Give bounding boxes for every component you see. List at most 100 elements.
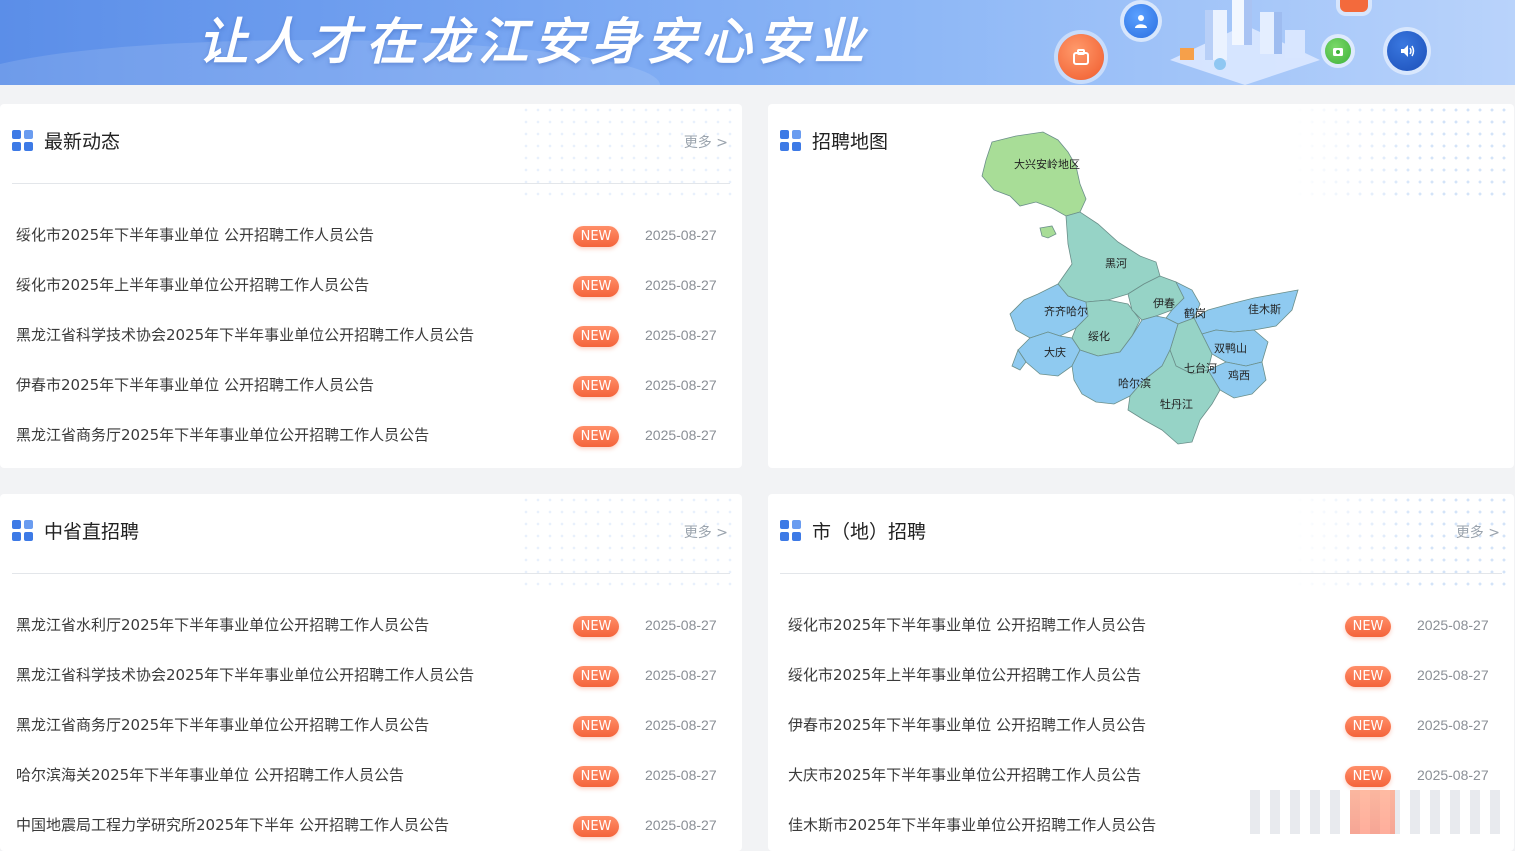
map-label: 伊春 — [1153, 297, 1175, 310]
map-label: 绥化 — [1088, 329, 1110, 343]
panel-header: 中省直招聘 — [12, 516, 139, 544]
list-item[interactable]: 黑龙江省科学技术协会2025年下半年事业单位公开招聘工作人员公告 NEW 2025-… — [0, 308, 742, 358]
panel-title: 中省直招聘 — [44, 520, 140, 543]
item-title[interactable]: 绥化市2025年下半年事业单位 公开招聘工作人员公告 — [16, 224, 374, 245]
map-label: 哈尔滨 — [1118, 376, 1151, 390]
list-item[interactable]: 黑龙江省科学技术协会2025年下半年事业单位公开招聘工作人员公告 NEW 2025-… — [0, 648, 742, 698]
item-title[interactable]: 绥化市2025年上半年事业单位公开招聘工作人员公告 — [16, 274, 369, 295]
top-banner: 让人才在龙江安身安心安业 — [0, 0, 1515, 85]
more-link[interactable]: 更多 > — [684, 132, 728, 152]
list-item[interactable]: 绥化市2025年上半年事业单位公开招聘工作人员公告 NEW 2025-08-27 — [768, 648, 1514, 698]
new-badge: NEW — [1345, 716, 1391, 737]
grid-icon — [780, 519, 801, 541]
news-list: 绥化市2025年下半年事业单位 公开招聘工作人员公告 NEW 2025-08-27 … — [0, 208, 742, 458]
heilongjiang-map: 大兴安岭地区 黑河 伊春 鹤岗 佳木斯 齐齐哈尔 绥化 双鸭山 大庆 七台河 哈… — [981, 131, 1299, 445]
map-label: 大庆 — [1044, 345, 1066, 359]
item-date: 2025-08-27 — [645, 277, 717, 293]
new-badge: NEW — [573, 766, 619, 787]
item-title[interactable]: 佳木斯市2025年下半年事业单位公开招聘工作人员公告 — [788, 814, 1156, 835]
divider — [12, 183, 730, 184]
divider — [780, 573, 1502, 574]
map-label: 大兴安岭地区 — [1014, 157, 1080, 171]
new-badge: NEW — [573, 426, 619, 447]
item-title[interactable]: 黑龙江省商务厅2025年下半年事业单位公开招聘工作人员公告 — [16, 714, 429, 735]
new-badge: NEW — [573, 276, 619, 297]
panel-title: 市（地）招聘 — [812, 520, 927, 543]
new-badge: NEW — [573, 616, 619, 637]
region-daxinganling[interactable] — [981, 131, 1087, 217]
item-title[interactable]: 黑龙江省科学技术协会2025年下半年事业单位公开招聘工作人员公告 — [16, 324, 474, 345]
item-date: 2025-08-27 — [1417, 617, 1489, 633]
divider — [12, 573, 730, 574]
new-badge: NEW — [573, 326, 619, 347]
list-item[interactable]: 黑龙江省水利厅2025年下半年事业单位公开招聘工作人员公告 NEW 2025-08-… — [0, 598, 742, 648]
item-date: 2025-08-27 — [1417, 717, 1489, 733]
item-title[interactable]: 大庆市2025年下半年事业单位公开招聘工作人员公告 — [788, 764, 1141, 785]
list-item[interactable]: 哈尔滨海关2025年下半年事业单位 公开招聘工作人员公告 NEW 2025-08-2… — [0, 748, 742, 798]
list-item[interactable]: 伊春市2025年下半年事业单位 公开招聘工作人员公告 NEW 2025-08-27 — [0, 358, 742, 408]
map-label: 牡丹江 — [1160, 397, 1193, 411]
item-title[interactable]: 黑龙江省水利厅2025年下半年事业单位公开招聘工作人员公告 — [16, 614, 429, 635]
region-jiamusi[interactable] — [1193, 289, 1299, 335]
panel-header: 市（地）招聘 — [780, 516, 926, 544]
item-title[interactable]: 绥化市2025年下半年事业单位 公开招聘工作人员公告 — [788, 614, 1146, 635]
map-label: 七台河 — [1184, 361, 1217, 375]
item-date: 2025-08-27 — [645, 227, 717, 243]
list-item[interactable]: 中国地震局工程力学研究所2025年下半年 公开招聘工作人员公告 NEW 2025-0… — [0, 798, 742, 848]
item-date: 2025-08-27 — [645, 617, 717, 633]
item-title[interactable]: 绥化市2025年上半年事业单位公开招聘工作人员公告 — [788, 664, 1141, 685]
item-date: 2025-08-27 — [645, 767, 717, 783]
item-date: 2025-08-27 — [645, 667, 717, 683]
item-date: 2025-08-27 — [1417, 767, 1489, 783]
map-label: 鹤岗 — [1184, 306, 1206, 320]
panel-header: 招聘地图 — [780, 126, 888, 154]
recruitment-map-panel: 招聘地图 大兴安岭地区 黑河 伊春 鹤岗 佳木斯 齐齐哈尔 绥化 双鸭山 大庆 … — [768, 104, 1514, 468]
briefcase-icon[interactable] — [1058, 34, 1104, 80]
new-badge: NEW — [573, 716, 619, 737]
item-title[interactable]: 黑龙江省科学技术协会2025年下半年事业单位公开招聘工作人员公告 — [16, 664, 474, 685]
item-title[interactable]: 中国地震局工程力学研究所2025年下半年 公开招聘工作人员公告 — [16, 814, 449, 835]
dots-decoration — [1294, 104, 1514, 204]
item-title[interactable]: 哈尔滨海关2025年下半年事业单位 公开招聘工作人员公告 — [16, 764, 404, 785]
map-label: 黑河 — [1105, 257, 1127, 270]
item-date: 2025-08-27 — [645, 327, 717, 343]
camera-icon[interactable] — [1325, 38, 1351, 64]
new-badge: NEW — [1345, 666, 1391, 687]
item-date: 2025-08-27 — [645, 717, 717, 733]
panel-title: 招聘地图 — [812, 130, 889, 153]
latest-news-panel: 最新动态 更多 > 绥化市2025年下半年事业单位 公开招聘工作人员公告 NEW 2… — [0, 104, 742, 468]
banner-slogan: 让人才在龙江安身安心安业 — [198, 13, 870, 71]
dots-decoration — [1294, 494, 1514, 594]
list-item[interactable]: 绥化市2025年下半年事业单位 公开招聘工作人员公告 NEW 2025-08-27 — [768, 598, 1514, 648]
panel-title: 最新动态 — [44, 130, 121, 153]
list-item[interactable]: 绥化市2025年下半年事业单位 公开招聘工作人员公告 NEW 2025-08-27 — [0, 208, 742, 258]
list-item[interactable]: 伊春市2025年下半年事业单位 公开招聘工作人员公告 NEW 2025-08-27 — [768, 698, 1514, 748]
user-icon[interactable] — [1124, 4, 1158, 38]
grid-icon — [780, 129, 801, 151]
map-label: 齐齐哈尔 — [1044, 304, 1088, 318]
list-item[interactable]: 黑龙江省商务厅2025年下半年事业单位公开招聘工作人员公告 NEW 2025-08-… — [0, 408, 742, 458]
blurred-overlay — [1250, 790, 1505, 834]
dots-decoration — [520, 104, 740, 204]
notice-icon[interactable] — [1340, 0, 1368, 12]
item-date: 2025-08-27 — [645, 817, 717, 833]
list-item[interactable]: 黑龙江省商务厅2025年下半年事业单位公开招聘工作人员公告 NEW 2025-08-… — [0, 698, 742, 748]
speaker-icon[interactable] — [1387, 31, 1427, 71]
list-item[interactable]: 绥化市2025年上半年事业单位公开招聘工作人员公告 NEW 2025-08-27 — [0, 258, 742, 308]
more-link[interactable]: 更多 > — [1456, 522, 1500, 542]
item-title[interactable]: 黑龙江省商务厅2025年下半年事业单位公开招聘工作人员公告 — [16, 424, 429, 445]
provincial-list: 黑龙江省水利厅2025年下半年事业单位公开招聘工作人员公告 NEW 2025-08-… — [0, 598, 742, 848]
city-illustration — [1170, 0, 1320, 85]
new-badge: NEW — [573, 226, 619, 247]
item-title[interactable]: 伊春市2025年下半年事业单位 公开招聘工作人员公告 — [16, 374, 374, 395]
new-badge: NEW — [1345, 616, 1391, 637]
region-island[interactable] — [1039, 225, 1057, 239]
map-label: 佳木斯 — [1248, 302, 1281, 316]
more-link[interactable]: 更多 > — [684, 522, 728, 542]
new-badge: NEW — [1345, 766, 1391, 787]
item-title[interactable]: 伊春市2025年下半年事业单位 公开招聘工作人员公告 — [788, 714, 1146, 735]
provincial-recruitment-panel: 中省直招聘 更多 > 黑龙江省水利厅2025年下半年事业单位公开招聘工作人员公告… — [0, 494, 742, 851]
new-badge: NEW — [573, 816, 619, 837]
new-badge: NEW — [573, 666, 619, 687]
dots-decoration — [520, 494, 740, 594]
